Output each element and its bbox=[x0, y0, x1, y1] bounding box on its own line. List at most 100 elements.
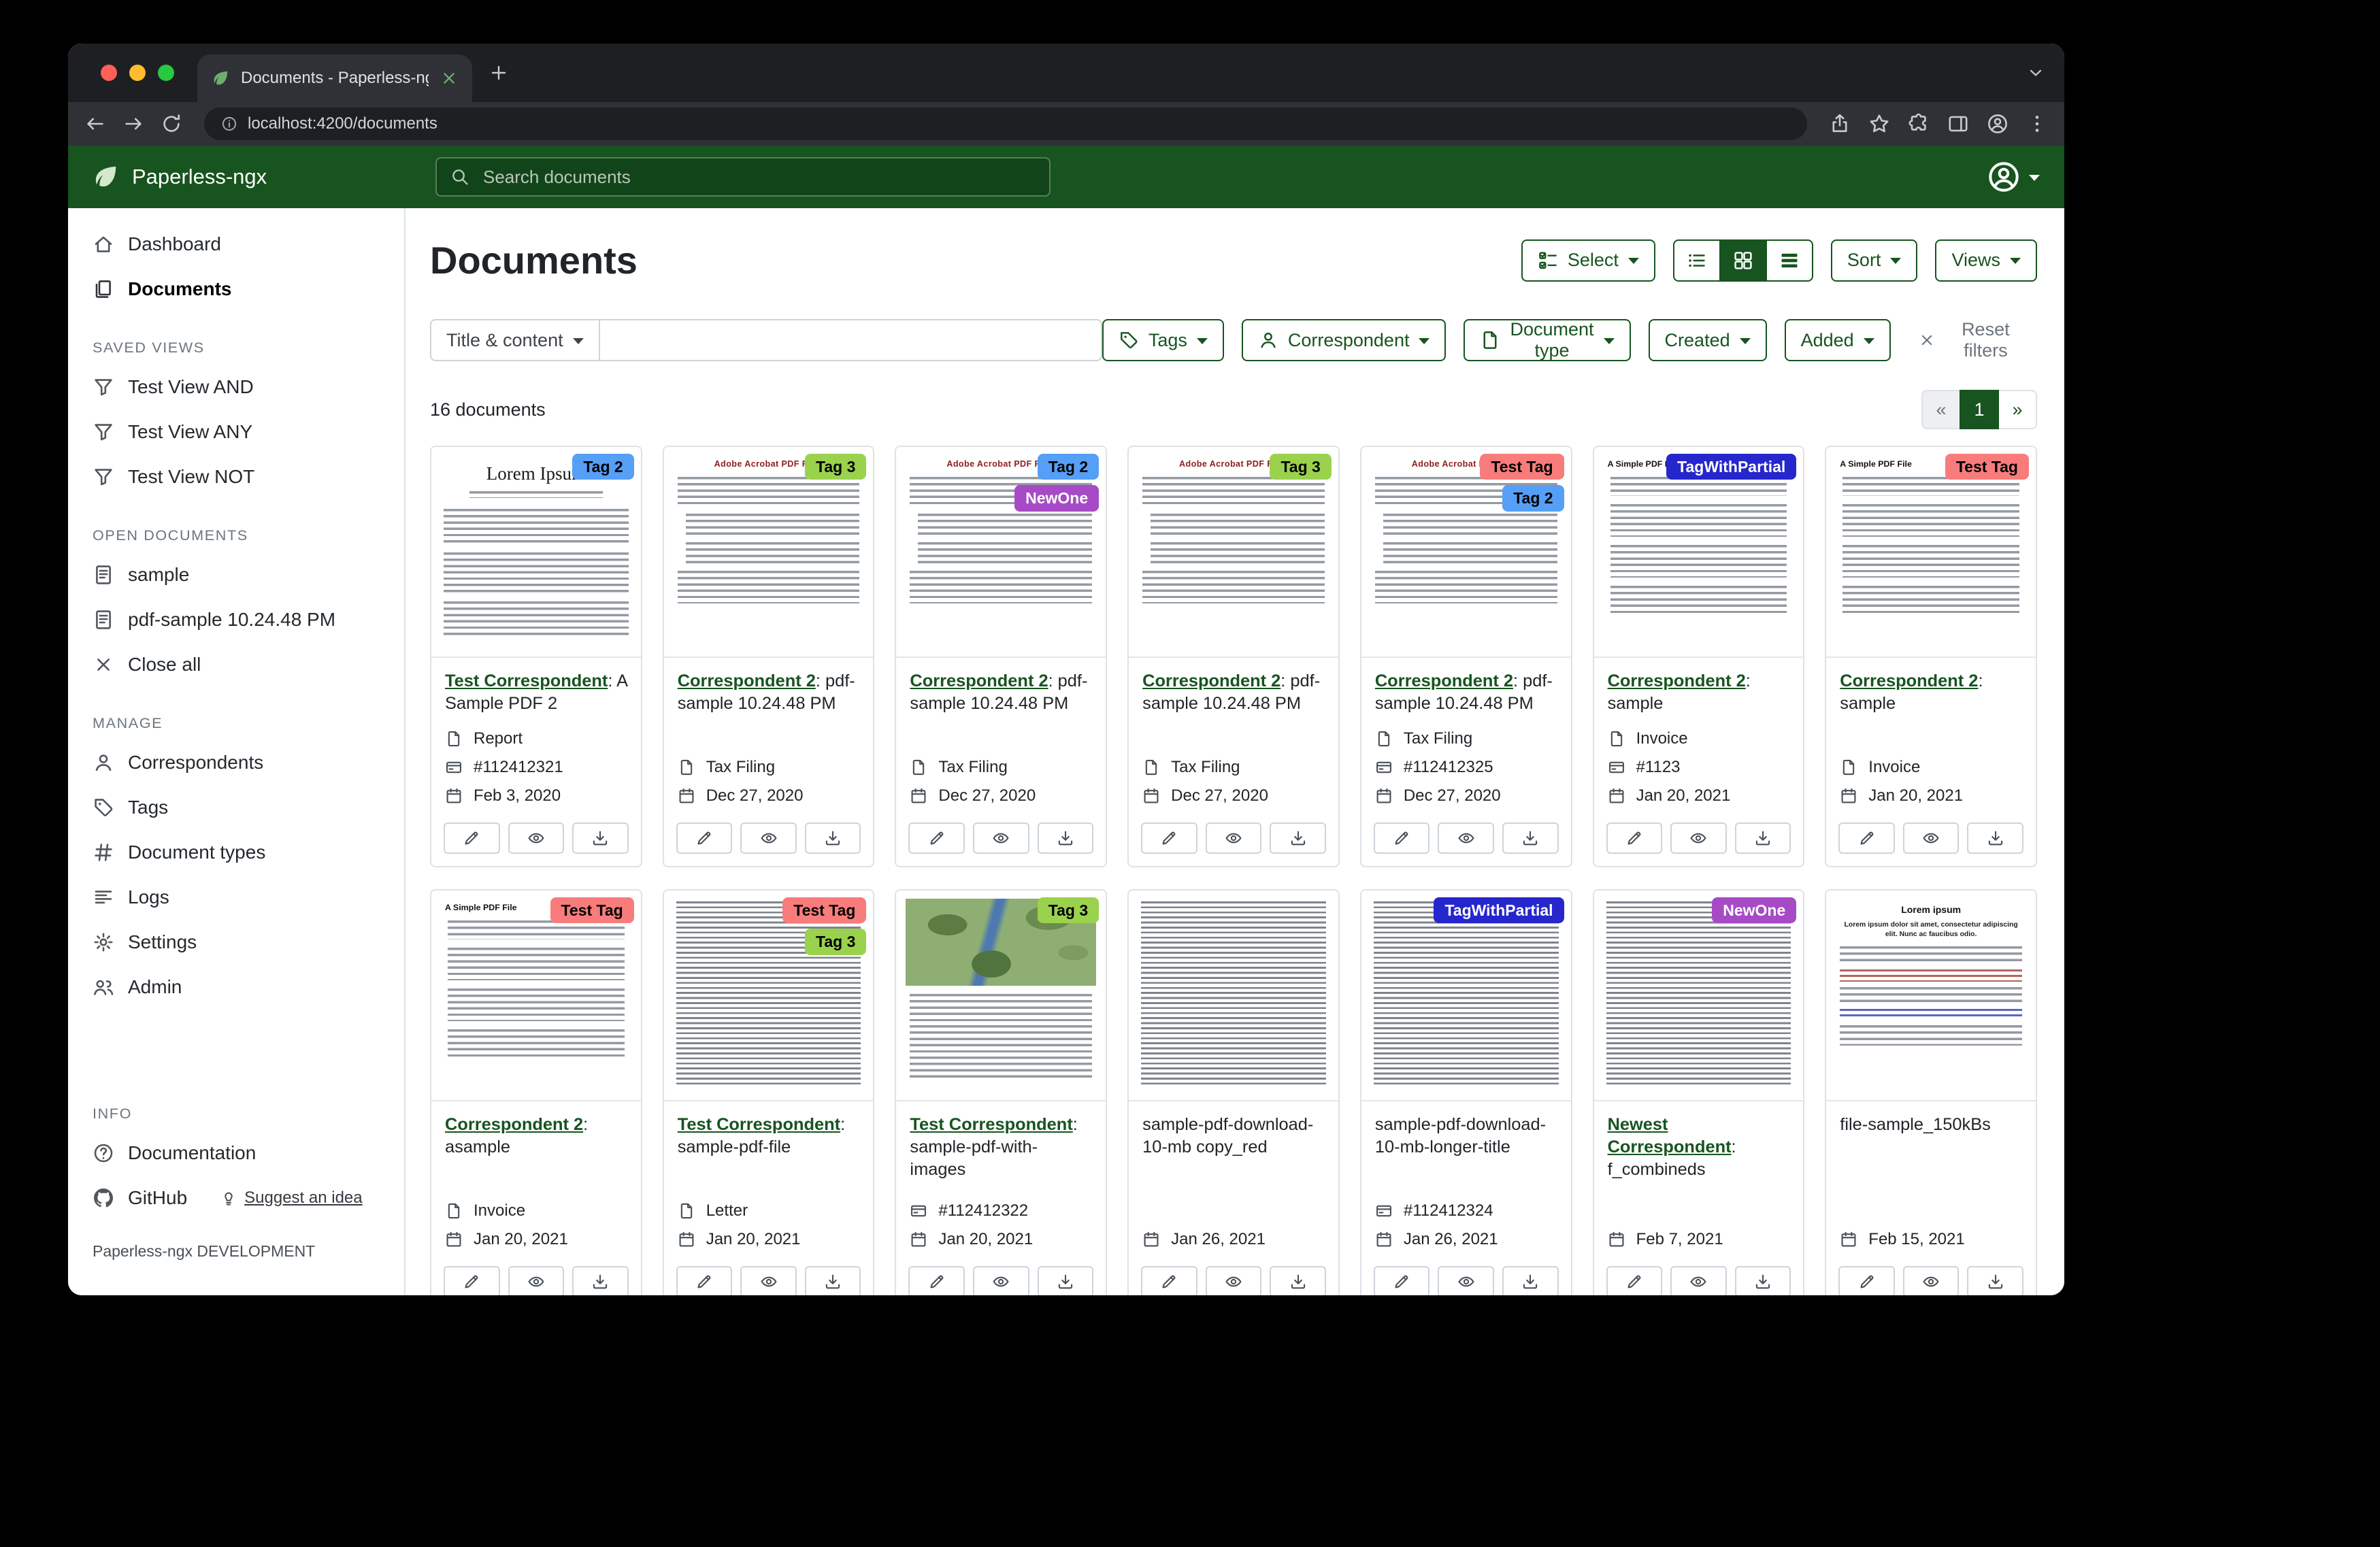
bookmark-star-icon[interactable] bbox=[1868, 113, 1890, 135]
correspondent-link[interactable]: Test Correspondent bbox=[910, 1115, 1072, 1134]
tag-badge[interactable]: NewOne bbox=[1014, 485, 1099, 511]
edit-document-button[interactable] bbox=[908, 1266, 965, 1295]
edit-document-button[interactable] bbox=[1838, 822, 1895, 854]
maximize-window-button[interactable] bbox=[158, 65, 174, 81]
sidebar-item-test-view-any[interactable]: Test View ANY bbox=[68, 410, 404, 454]
tab-close-icon[interactable] bbox=[440, 69, 459, 88]
correspondent-link[interactable]: Test Correspondent bbox=[678, 1115, 840, 1134]
view-document-button[interactable] bbox=[1438, 1266, 1494, 1295]
user-menu[interactable] bbox=[1987, 160, 2040, 194]
filter-added-button[interactable]: Added bbox=[1785, 319, 1891, 361]
correspondent-link[interactable]: Correspondent 2 bbox=[910, 671, 1048, 691]
tag-badge[interactable]: Tag 2 bbox=[1038, 454, 1099, 480]
sidebar-item-document-types[interactable]: Document types bbox=[68, 830, 404, 875]
document-thumbnail[interactable]: NewOne bbox=[1594, 891, 1804, 1101]
pagination-page-1[interactable]: 1 bbox=[1960, 390, 1999, 429]
sidebar-item-test-view-and[interactable]: Test View AND bbox=[68, 365, 404, 410]
pagination-next[interactable]: » bbox=[1998, 390, 2037, 429]
correspondent-link[interactable]: Correspondent 2 bbox=[445, 1115, 583, 1134]
document-thumbnail[interactable]: A Simple PDF File Test Tag bbox=[1826, 447, 2036, 658]
sidebar-item-documents[interactable]: Documents bbox=[68, 267, 404, 312]
side-panel-icon[interactable] bbox=[1947, 113, 1969, 135]
document-thumbnail[interactable]: A Simple PDF File TagWithPartial bbox=[1594, 447, 1804, 658]
document-thumbnail[interactable]: Lorem Ipsum Tag 2 bbox=[431, 447, 641, 658]
sort-button[interactable]: Sort bbox=[1831, 239, 1918, 282]
sidebar-item-tags[interactable]: Tags bbox=[68, 785, 404, 830]
correspondent-link[interactable]: Correspondent 2 bbox=[1608, 671, 1746, 691]
correspondent-link[interactable]: Correspondent 2 bbox=[1375, 671, 1513, 691]
download-document-button[interactable] bbox=[1967, 822, 2023, 854]
sidebar-item-test-view-not[interactable]: Test View NOT bbox=[68, 454, 404, 499]
correspondent-link[interactable]: Correspondent 2 bbox=[678, 671, 816, 691]
edit-document-button[interactable] bbox=[444, 1266, 500, 1295]
download-document-button[interactable] bbox=[1967, 1266, 2023, 1295]
edit-document-button[interactable] bbox=[908, 822, 965, 854]
edit-document-button[interactable] bbox=[676, 1266, 733, 1295]
correspondent-link[interactable]: Correspondent 2 bbox=[1840, 671, 1978, 691]
document-thumbnail[interactable]: Adobe Acrobat PDF Files Tag 3 bbox=[664, 447, 874, 658]
edit-document-button[interactable] bbox=[1374, 1266, 1430, 1295]
suggest-idea-link[interactable]: Suggest an idea bbox=[220, 1188, 362, 1208]
correspondent-link[interactable]: Test Correspondent bbox=[445, 671, 608, 691]
search-input[interactable] bbox=[480, 165, 1036, 189]
global-search[interactable] bbox=[435, 157, 1051, 197]
download-document-button[interactable] bbox=[1270, 1266, 1326, 1295]
browser-profile-avatar[interactable] bbox=[1987, 113, 2009, 135]
correspondent-link[interactable]: Newest Correspondent bbox=[1608, 1115, 1732, 1157]
tag-badge[interactable]: Tag 3 bbox=[1270, 454, 1331, 480]
download-document-button[interactable] bbox=[1502, 822, 1559, 854]
document-thumbnail[interactable]: Adobe Acrobat PDF Files Test TagTag 2 bbox=[1361, 447, 1571, 658]
edit-document-button[interactable] bbox=[676, 822, 733, 854]
view-document-button[interactable] bbox=[973, 1266, 1029, 1295]
correspondent-link[interactable]: Correspondent 2 bbox=[1142, 671, 1280, 691]
view-document-button[interactable] bbox=[973, 822, 1029, 854]
tag-badge[interactable]: Tag 3 bbox=[805, 454, 866, 480]
download-document-button[interactable] bbox=[572, 822, 629, 854]
document-thumbnail[interactable]: TagWithPartial bbox=[1361, 891, 1571, 1101]
filter-created-button[interactable]: Created bbox=[1649, 319, 1767, 361]
download-document-button[interactable] bbox=[1502, 1266, 1559, 1295]
back-button[interactable] bbox=[84, 113, 106, 135]
download-document-button[interactable] bbox=[572, 1266, 629, 1295]
tag-badge[interactable]: Tag 3 bbox=[805, 929, 866, 954]
select-button[interactable]: Select bbox=[1521, 239, 1655, 282]
share-icon[interactable] bbox=[1829, 113, 1851, 135]
close-window-button[interactable] bbox=[101, 65, 117, 81]
view-document-button[interactable] bbox=[1206, 822, 1262, 854]
download-document-button[interactable] bbox=[805, 1266, 861, 1295]
document-thumbnail[interactable]: A Simple PDF File Test Tag bbox=[431, 891, 641, 1101]
document-thumbnail[interactable]: Test TagTag 3 bbox=[664, 891, 874, 1101]
view-detail-button[interactable] bbox=[1766, 239, 1813, 282]
view-document-button[interactable] bbox=[1206, 1266, 1262, 1295]
view-list-button[interactable] bbox=[1673, 239, 1721, 282]
download-document-button[interactable] bbox=[1735, 822, 1791, 854]
edit-document-button[interactable] bbox=[1374, 822, 1430, 854]
app-brand[interactable]: Paperless-ngx bbox=[68, 163, 408, 191]
sidebar-item-pdf-sample-10-24-48-pm[interactable]: pdf-sample 10.24.48 PM bbox=[68, 597, 404, 642]
view-document-button[interactable] bbox=[1670, 822, 1727, 854]
new-tab-button[interactable] bbox=[489, 63, 509, 83]
edit-document-button[interactable] bbox=[444, 822, 500, 854]
document-thumbnail[interactable] bbox=[1129, 891, 1338, 1101]
filter-text-input[interactable] bbox=[600, 319, 1102, 361]
tag-badge[interactable]: Tag 3 bbox=[1038, 897, 1099, 923]
edit-document-button[interactable] bbox=[1141, 822, 1197, 854]
sidebar-item-admin[interactable]: Admin bbox=[68, 965, 404, 1010]
edit-document-button[interactable] bbox=[1838, 1266, 1895, 1295]
edit-document-button[interactable] bbox=[1606, 822, 1663, 854]
views-button[interactable]: Views bbox=[1935, 239, 2037, 282]
download-document-button[interactable] bbox=[1038, 822, 1094, 854]
tab-search-icon[interactable] bbox=[2026, 63, 2045, 82]
tag-badge[interactable]: Tag 2 bbox=[1502, 485, 1564, 511]
reset-filters-button[interactable]: Reset filters bbox=[1910, 318, 2037, 363]
forward-button[interactable] bbox=[122, 113, 144, 135]
tag-badge[interactable]: Test Tag bbox=[1945, 454, 2029, 480]
edit-document-button[interactable] bbox=[1606, 1266, 1663, 1295]
document-thumbnail[interactable]: Adobe Acrobat PDF Files Tag 2NewOne bbox=[896, 447, 1106, 658]
sidebar-item-logs[interactable]: Logs bbox=[68, 875, 404, 920]
download-document-button[interactable] bbox=[1270, 822, 1326, 854]
sidebar-item-correspondents[interactable]: Correspondents bbox=[68, 740, 404, 785]
sidebar-item-github[interactable]: GitHubSuggest an idea bbox=[68, 1176, 404, 1220]
download-document-button[interactable] bbox=[1038, 1266, 1094, 1295]
download-document-button[interactable] bbox=[805, 822, 861, 854]
